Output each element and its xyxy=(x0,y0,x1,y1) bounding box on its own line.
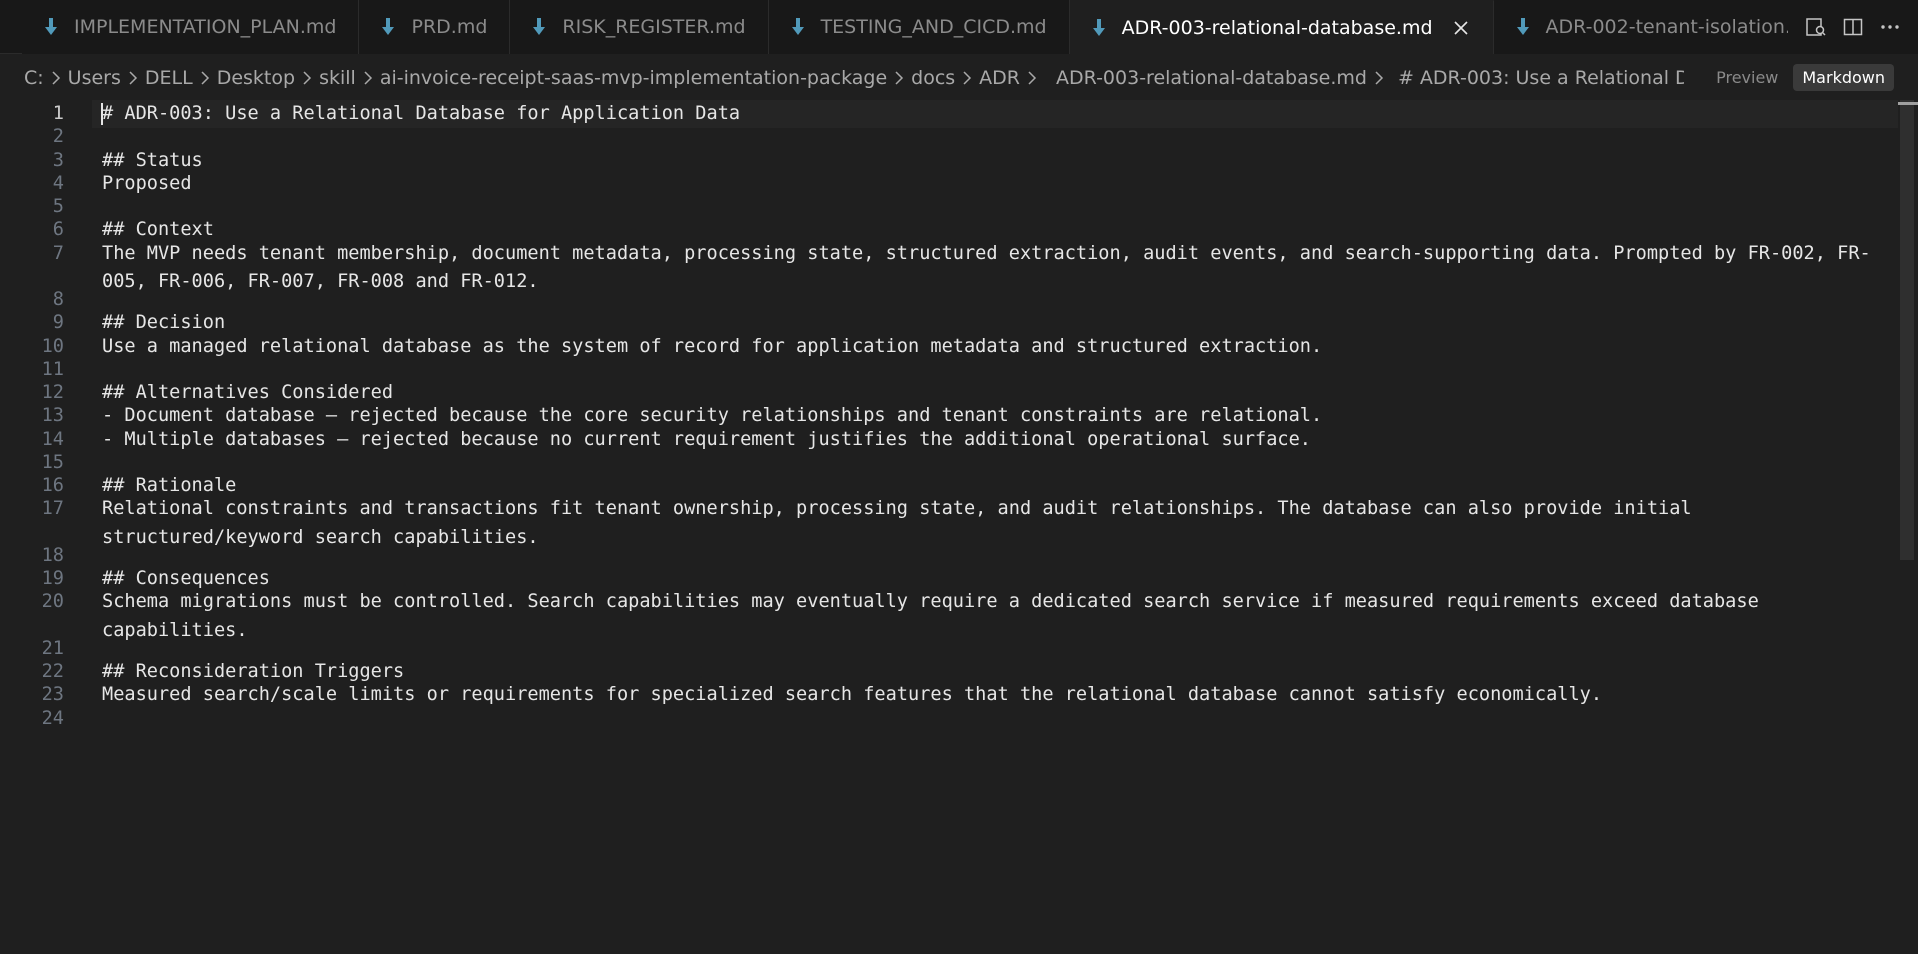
breadcrumb-item-symbol[interactable]: # ADR-003: Use a Relational Database fo xyxy=(1398,67,1684,89)
code-line[interactable]: The MVP needs tenant membership, documen… xyxy=(102,240,1882,297)
close-icon[interactable] xyxy=(1451,18,1471,38)
code-line[interactable]: Measured search/scale limits or requirem… xyxy=(102,681,1602,709)
code-line[interactable]: Relational constraints and transactions … xyxy=(102,495,1882,552)
markdown-file-icon xyxy=(533,18,546,35)
markdown-file-icon xyxy=(45,18,57,35)
chevron-right-icon xyxy=(363,71,373,85)
scrollbar-thumb[interactable] xyxy=(1900,100,1914,560)
tab-list: IMPLEMENTATION_PLAN.md PRD.md RISK_REGIS… xyxy=(22,0,1845,54)
chevron-right-icon xyxy=(1374,71,1384,85)
markdown-file-icon xyxy=(382,18,395,35)
line-number: 20 xyxy=(41,591,64,613)
chevron-right-icon xyxy=(302,71,312,85)
text-cursor xyxy=(101,103,103,125)
code-line[interactable]: Proposed xyxy=(102,170,192,198)
tab-label: PRD.md xyxy=(411,16,488,38)
chevron-right-icon xyxy=(200,71,210,85)
code-line[interactable]: - Multiple databases — rejected because … xyxy=(102,426,1311,454)
more-actions-icon[interactable] xyxy=(1877,14,1903,40)
line-number: 17 xyxy=(41,498,64,520)
tab-adr-003-relational-database[interactable]: ADR-003-relational-database.md xyxy=(1069,0,1494,54)
tab-testing-and-cicd[interactable]: TESTING_AND_CICD.md xyxy=(768,0,1070,54)
line-number: 24 xyxy=(41,707,64,729)
open-preview-icon[interactable] xyxy=(1803,14,1829,40)
breadcrumb: C: Users DELL Desktop skill ai-invoice-r… xyxy=(24,60,1684,96)
tab-label: ADR-003-relational-database.md xyxy=(1121,16,1433,39)
editor-actions xyxy=(1788,0,1918,54)
code-line[interactable]: Use a managed relational database as the… xyxy=(102,333,1322,361)
breadcrumb-item-desktop[interactable]: Desktop xyxy=(217,67,295,89)
tab-implementation-plan[interactable]: IMPLEMENTATION_PLAN.md xyxy=(22,0,360,54)
chevron-right-icon xyxy=(1027,71,1037,85)
view-mode-toggle: Preview Markdown xyxy=(1707,64,1894,91)
breadcrumb-item-docs[interactable]: docs xyxy=(911,67,955,89)
tab-bar: IMPLEMENTATION_PLAN.md PRD.md RISK_REGIS… xyxy=(0,0,1918,54)
breadcrumb-item-drive[interactable]: C: xyxy=(24,67,44,89)
tab-label: ADR-002-tenant-isolation.md xyxy=(1545,16,1822,38)
line-number: 7 xyxy=(52,242,64,264)
markdown-file-icon xyxy=(1516,18,1529,35)
tab-label: TESTING_AND_CICD.md xyxy=(820,16,1047,38)
breadcrumb-item-skill[interactable]: skill xyxy=(319,67,356,89)
tab-label: RISK_REGISTER.md xyxy=(562,16,746,38)
breadcrumb-item-package[interactable]: ai-invoice-receipt-saas-mvp-implementati… xyxy=(380,67,887,89)
markdown-file-icon xyxy=(791,18,804,35)
chevron-right-icon xyxy=(128,71,138,85)
editor-window: IMPLEMENTATION_PLAN.md PRD.md RISK_REGIS… xyxy=(0,0,1918,954)
code-line[interactable]: # ADR-003: Use a Relational Database for… xyxy=(102,100,740,128)
chevron-right-icon xyxy=(51,71,61,85)
tab-risk-register[interactable]: RISK_REGISTER.md xyxy=(510,0,769,54)
cursor-position-marker xyxy=(1898,102,1918,105)
breadcrumb-item-users[interactable]: Users xyxy=(68,67,121,89)
chevron-right-icon xyxy=(894,71,904,85)
split-editor-icon[interactable] xyxy=(1840,14,1866,40)
chevron-right-icon xyxy=(962,71,972,85)
tab-label: IMPLEMENTATION_PLAN.md xyxy=(74,16,337,38)
breadcrumb-item-adr[interactable]: ADR xyxy=(979,67,1020,89)
code-editor[interactable]: 1 2 3 4 5 6 7 8 9 10 11 12 13 14 15 16 17 18 19 20 21 22 23 24 … xyxy=(0,100,1918,954)
markdown-file-icon xyxy=(1092,18,1105,36)
code-line[interactable]: Schema migrations must be controlled. Se… xyxy=(102,588,1882,645)
breadcrumb-item-file[interactable]: ADR-003-relational-database.md xyxy=(1056,67,1367,89)
breadcrumb-item-dell[interactable]: DELL xyxy=(145,67,193,89)
markdown-button[interactable]: Markdown xyxy=(1793,64,1894,91)
tab-prd[interactable]: PRD.md xyxy=(359,0,511,54)
vertical-scrollbar[interactable] xyxy=(1898,100,1918,560)
preview-button[interactable]: Preview xyxy=(1707,64,1787,91)
